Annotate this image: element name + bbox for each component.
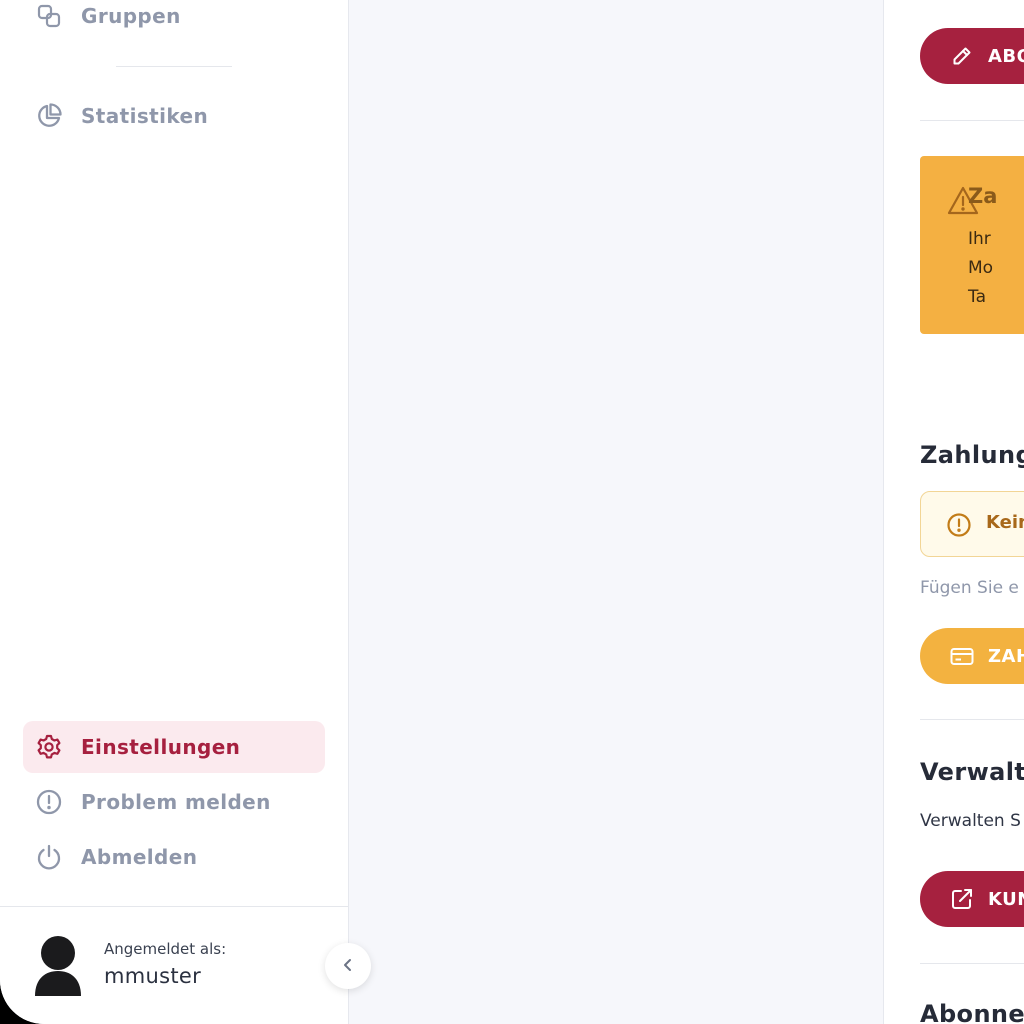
section-divider [920, 120, 1024, 121]
pie-chart-icon [35, 102, 63, 130]
payment-notice-text: Kein [986, 512, 1024, 533]
abo-button[interactable]: ABO [920, 28, 1024, 84]
user-separator [0, 906, 348, 907]
add-payment-button-label: ZAH [988, 645, 1024, 667]
external-link-icon [950, 887, 974, 911]
warning-title: Za [968, 184, 998, 208]
section-divider [920, 719, 1024, 720]
sidebar-item-problem-melden[interactable]: Problem melden [23, 776, 325, 828]
sidebar-item-statistiken[interactable]: Statistiken [23, 90, 325, 142]
sidebar-item-abmelden[interactable]: Abmelden [23, 831, 325, 883]
gear-icon [35, 733, 63, 761]
sidebar-item-einstellungen[interactable]: Einstellungen [23, 721, 325, 773]
sidebar-item-label: Abmelden [81, 845, 198, 869]
groups-icon [35, 2, 63, 30]
settings-panel: ABO Za Ihr Mo Ta Zahlung Kein [883, 0, 1024, 1024]
sidebar-item-label: Einstellungen [81, 735, 241, 759]
warning-text-line: Ta [968, 287, 986, 307]
warning-text-line: Ihr [968, 229, 991, 249]
sidebar-item-label: Problem melden [81, 790, 271, 814]
credit-card-icon [950, 644, 974, 668]
customer-portal-button-label: KUN [988, 888, 1024, 910]
avatar-icon [34, 934, 82, 998]
sidebar-item-gruppen[interactable]: Gruppen [23, 0, 325, 42]
sidebar-item-label: Gruppen [81, 4, 181, 28]
sidebar: Gruppen Statistiken Einstellungen Proble… [0, 0, 349, 1024]
sidebar-item-label: Statistiken [81, 104, 209, 128]
pencil-icon [950, 44, 974, 68]
section-divider [920, 963, 1024, 964]
exclamation-circle-icon [35, 788, 63, 816]
manage-section-title: Verwaltu [920, 758, 1024, 786]
payment-hint: Fügen Sie e [920, 578, 1019, 598]
logged-in-caption: Angemeldet als: [104, 940, 227, 958]
app-window: Gruppen Statistiken Einstellungen Proble… [0, 0, 1024, 1024]
subscription-section-title: Abonnen [920, 1000, 1024, 1024]
username: mmuster [104, 964, 202, 988]
manage-text: Verwalten S [920, 811, 1021, 831]
sidebar-collapse-button[interactable] [325, 943, 371, 989]
payment-section-title: Zahlung [920, 441, 1024, 469]
customer-portal-button[interactable]: KUN [920, 871, 1024, 927]
sidebar-divider [116, 66, 232, 67]
warning-text-line: Mo [968, 258, 994, 278]
add-payment-button[interactable]: ZAH [920, 628, 1024, 684]
chevron-left-icon [342, 957, 354, 976]
power-icon [35, 843, 63, 871]
abo-button-label: ABO [988, 45, 1024, 67]
exclamation-circle-icon [946, 512, 972, 538]
